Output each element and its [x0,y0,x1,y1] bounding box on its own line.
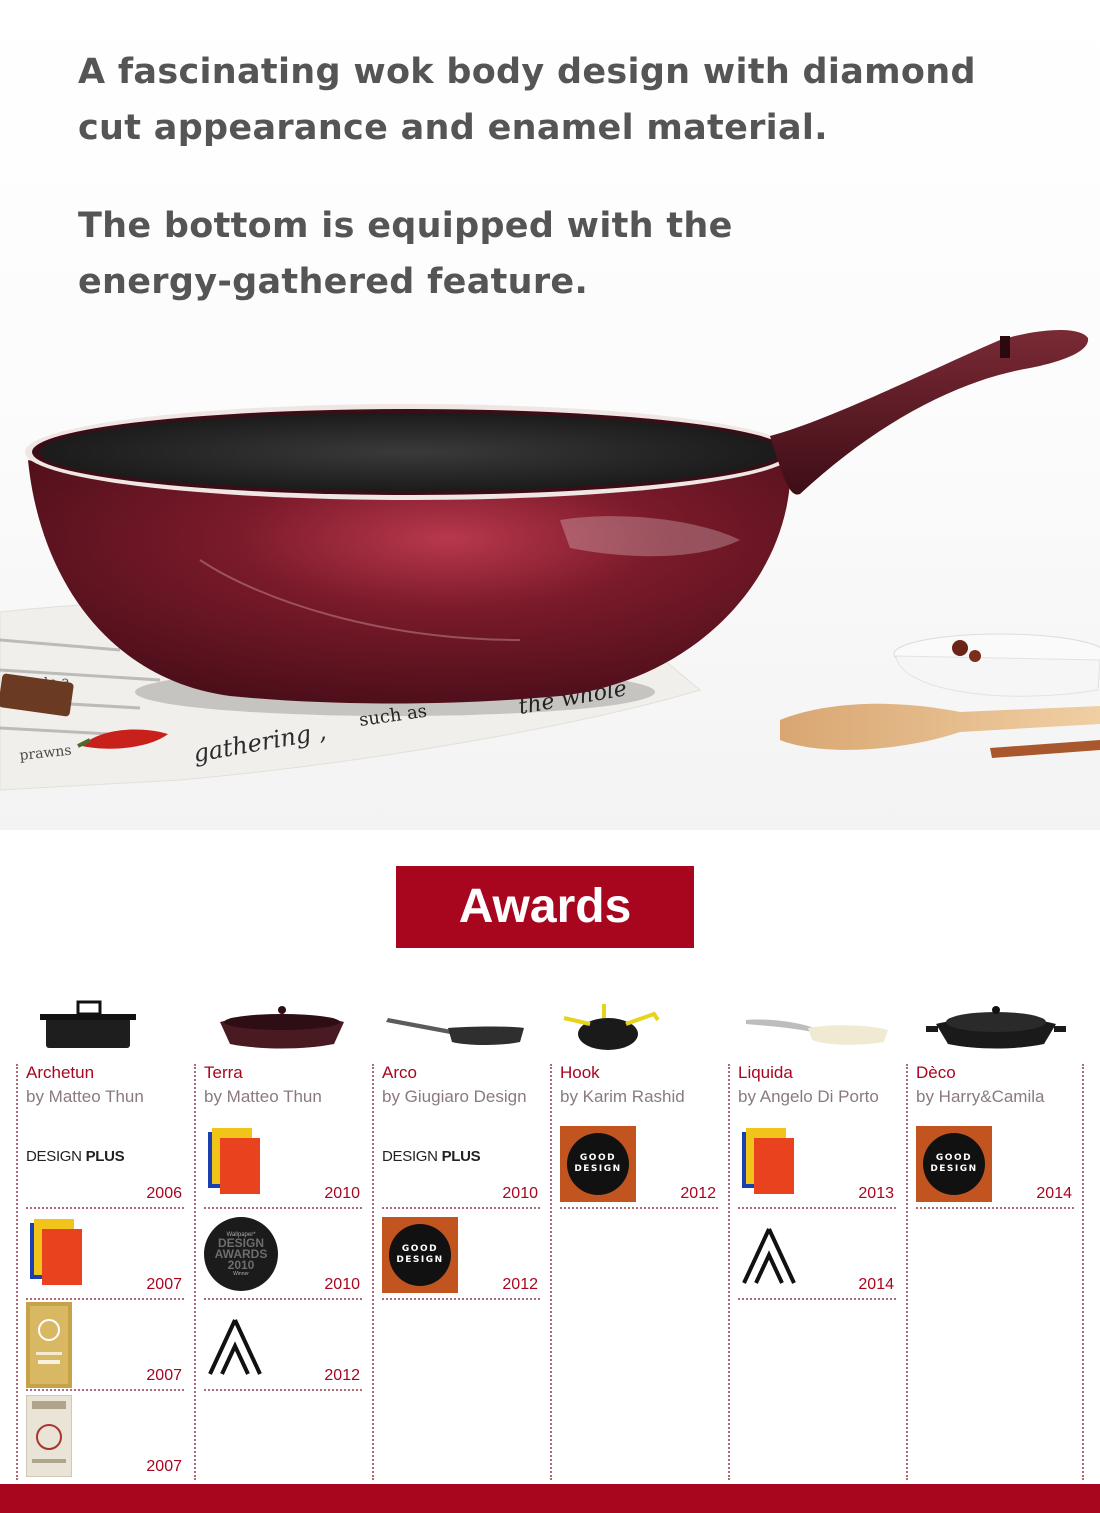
product-name: Terra [204,1063,243,1082]
award-year: 2007 [146,1276,182,1293]
column-divider [372,1064,374,1480]
design-preis-logo [30,1219,82,1285]
footer-bar [0,1484,1100,1513]
award-cell: 2007 [26,1209,184,1300]
award-year: 2010 [324,1276,360,1293]
arco-pan-image [386,1018,524,1045]
headline-diamond-cut: A fascinating wok body design with diamo… [78,52,976,148]
award-year: 2012 [324,1367,360,1384]
a-design-award-logo [742,1228,796,1284]
award-year: 2014 [1036,1185,1072,1202]
award-year: 2010 [324,1185,360,1202]
awards-grid: Archetun by Matteo Thun DESIGN PLUS 2006… [16,1000,1084,1480]
column-divider [550,1064,552,1480]
award-year: 2012 [680,1185,716,1202]
award-cell: Wallpaper* DESIGN AWARDS 2010 Winner 201… [204,1209,362,1300]
design-preis-logo [742,1128,794,1194]
product-designer: by Giugiaro Design [382,1087,527,1106]
column-divider [906,1064,908,1480]
award-cell: 2013 [738,1118,896,1209]
gold-medal-logo [26,1302,72,1388]
award-cell: DESIGN PLUS 2010 [382,1118,540,1209]
award-year: 2013 [858,1185,894,1202]
archetun-pot-image [40,1000,136,1048]
award-cell: 2012 [204,1300,362,1391]
a-design-award-logo [208,1319,262,1375]
product-designer: by Harry&Camila [916,1087,1045,1106]
product-name: Archetun [26,1063,95,1082]
product-column-arco: Arco by Giugiaro Design DESIGN PLUS 2010… [372,1000,550,1480]
design-plus-logo: DESIGN PLUS [26,1148,125,1165]
award-year: 2012 [502,1276,538,1293]
product-designer: by Matteo Thun [204,1087,322,1106]
product-column-terra: Terra by Matteo Thun 2010 Wallpaper* DES… [194,1000,372,1480]
award-year: 2010 [502,1185,538,1202]
product-column-hook: Hook by Karim Rashid GOOD DESIGN 2012 [550,1000,728,1480]
award-year: 2007 [146,1367,182,1384]
hook-pot-image [563,1004,660,1050]
product-designer: by Matteo Thun [26,1087,144,1106]
liquida-pan-image [746,1019,888,1045]
award-cell: GOOD DESIGN 2012 [382,1209,540,1300]
wallpaper-design-awards-logo: Wallpaper* DESIGN AWARDS 2010 Winner [204,1217,278,1291]
award-year: 2007 [146,1458,182,1475]
deco-pot-image [926,1006,1066,1049]
award-cell: 2010 [204,1118,362,1209]
product-column-deco: Dèco by Harry&Camila GOOD DESIGN 2014 [906,1000,1084,1480]
hero-section: gathering , such as the whole prawns peo… [0,0,1100,830]
column-divider [728,1064,730,1480]
column-divider-right [1082,1064,1084,1480]
product-designer: by Karim Rashid [560,1087,685,1106]
design-plus-logo: DESIGN PLUS [382,1148,481,1165]
award-cell: GOOD DESIGN 2012 [560,1118,718,1209]
terra-pot-image [220,1006,344,1049]
product-column-liquida: Liquida by Angelo Di Porto 2013 2014 [728,1000,906,1480]
product-column-archetun: Archetun by Matteo Thun DESIGN PLUS 2006… [16,1000,194,1480]
column-divider [16,1064,18,1480]
product-name: Liquida [738,1063,793,1082]
certificate-logo [26,1395,72,1477]
product-designer: by Angelo Di Porto [738,1087,879,1106]
award-cell: 2014 [738,1209,896,1300]
award-year: 2014 [858,1276,894,1293]
product-name: Arco [382,1063,417,1082]
good-design-logo: GOOD DESIGN [382,1217,458,1293]
product-name: Hook [560,1063,600,1082]
column-divider [194,1064,196,1480]
award-year: 2006 [146,1185,182,1202]
product-name: Dèco [916,1063,956,1082]
headline-energy-gathered: The bottom is equipped with the energy-g… [78,206,733,302]
award-cell: 2007 [26,1391,184,1482]
good-design-logo: GOOD DESIGN [560,1126,636,1202]
awards-title: Awards [396,866,694,948]
award-cell: GOOD DESIGN 2014 [916,1118,1074,1209]
award-cell: 2007 [26,1300,184,1391]
award-cell: DESIGN PLUS 2006 [26,1118,184,1209]
design-preis-logo [208,1128,260,1194]
good-design-logo: GOOD DESIGN [916,1126,992,1202]
